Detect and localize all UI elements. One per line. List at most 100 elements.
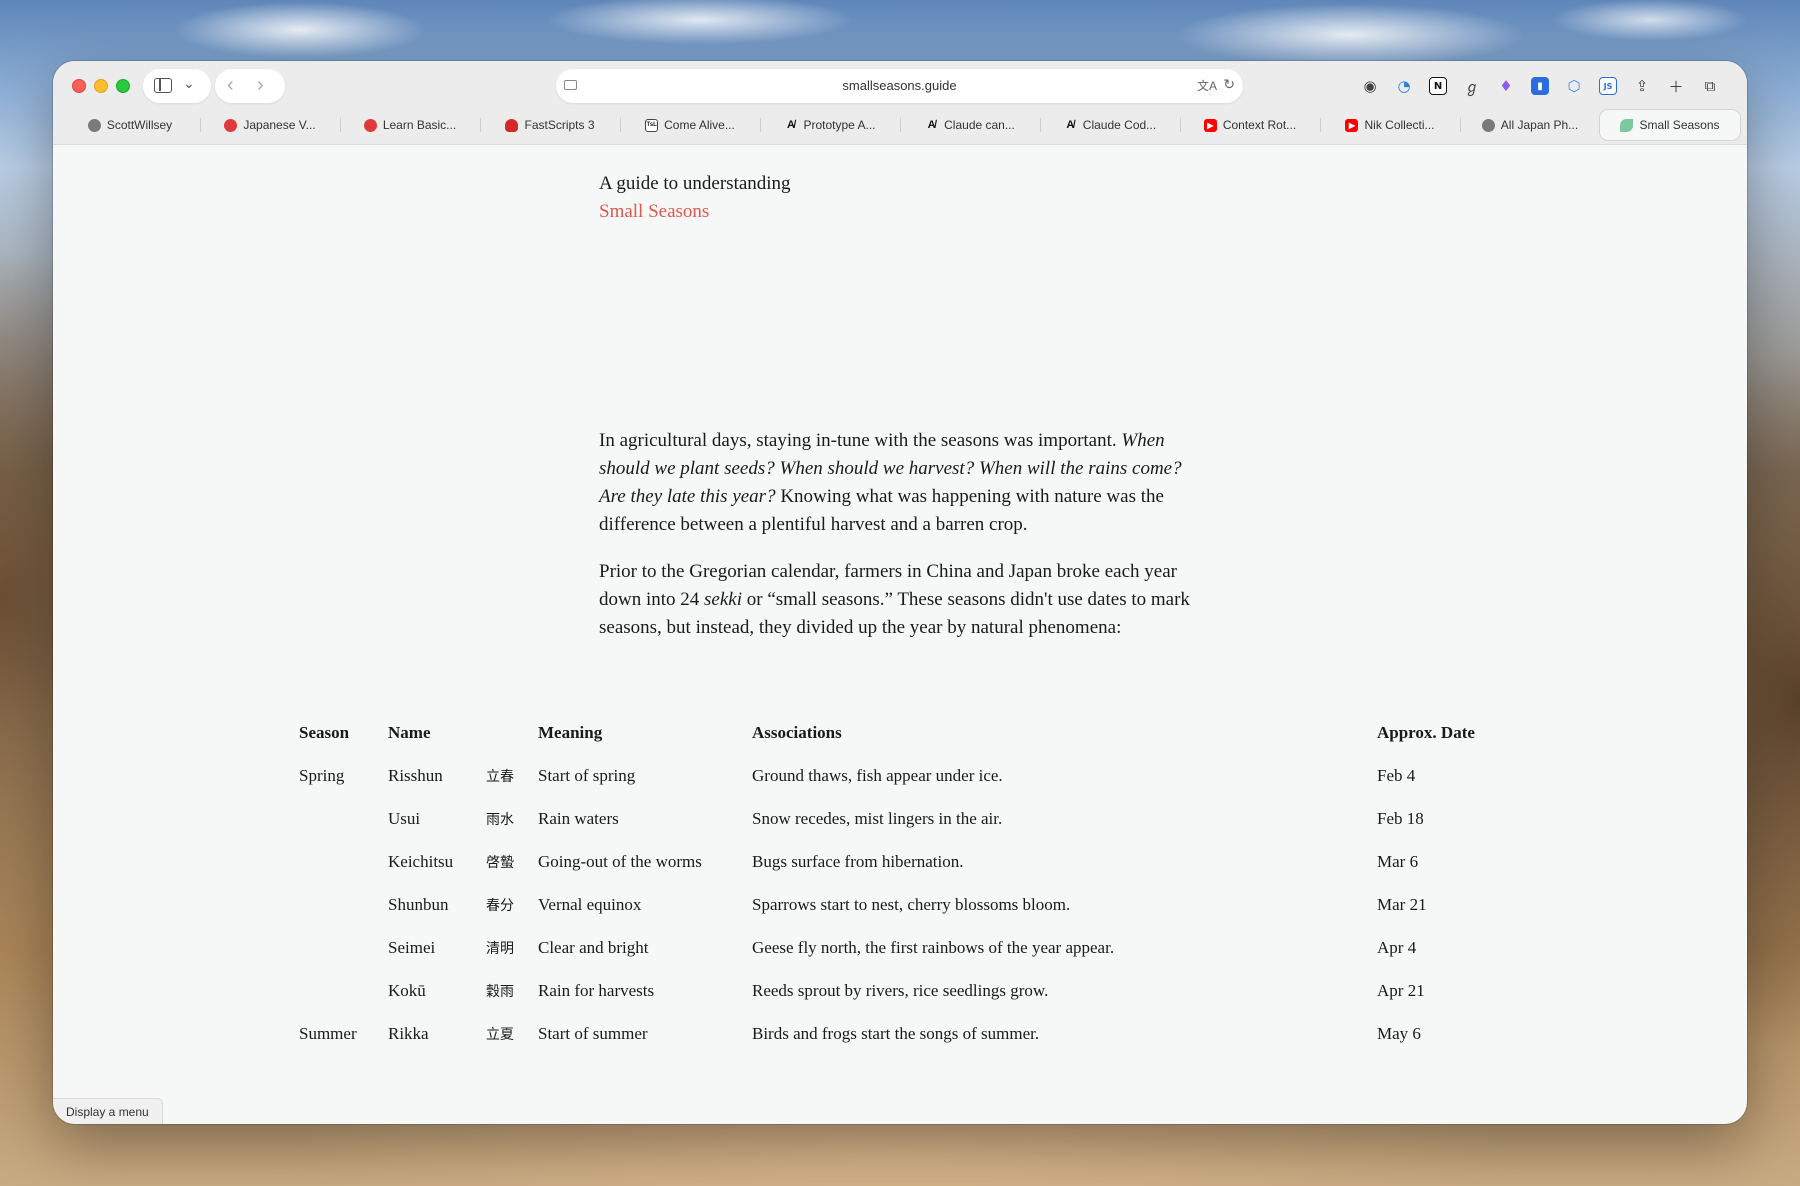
cell-date: Feb 4 bbox=[1377, 765, 1416, 785]
tab-label: Small Seasons bbox=[1639, 118, 1720, 132]
page-intro: A guide to understanding Small Seasons bbox=[599, 170, 791, 226]
browser-tab[interactable]: TsL Come Alive... bbox=[620, 110, 760, 140]
tab-label: ScottWillsey bbox=[106, 118, 173, 132]
cell-meaning: Clear and bright bbox=[538, 937, 649, 957]
tab-label: FastScripts 3 bbox=[524, 118, 595, 132]
cell-season bbox=[299, 797, 388, 840]
person-icon bbox=[1481, 118, 1495, 132]
browser-tab[interactable]: A̸ Prototype A... bbox=[760, 110, 900, 140]
browser-tab[interactable]: All Japan Ph... bbox=[1460, 110, 1600, 140]
zoom-window-button[interactable] bbox=[116, 79, 130, 93]
tab-label: Claude can... bbox=[944, 118, 1015, 132]
tab-bar: ScottWillsey Japanese V... Learn Basic... F… bbox=[60, 110, 1740, 140]
extensions-toolbar: ◉ ◔ N ℊ ♦ ▮ ⬡ JS ⇪ ＋ ⧉ bbox=[1353, 69, 1727, 103]
browser-tab[interactable]: Learn Basic... bbox=[340, 110, 480, 140]
cell-meaning: Start of summer bbox=[538, 1023, 648, 1043]
person-icon bbox=[87, 118, 101, 132]
cell-season bbox=[299, 840, 388, 883]
italic-term: sekki bbox=[704, 589, 743, 610]
table-row: Usui 雨水 Rain waters Snow recedes, mist ling… bbox=[299, 797, 1527, 840]
browser-tab[interactable]: Small Seasons bbox=[1600, 110, 1740, 140]
paragraph-1: In agricultural days, staying in-tune wi… bbox=[599, 427, 1211, 539]
status-tooltip: Display a menu bbox=[53, 1098, 163, 1124]
cell-kanji: 春分 bbox=[486, 897, 514, 914]
chevron-down-icon[interactable]: ⌄ bbox=[183, 75, 195, 92]
cell-associations: Geese fly north, the first rainbows of t… bbox=[752, 937, 1115, 957]
notion-icon[interactable]: N bbox=[1421, 69, 1455, 103]
cell-kanji: 穀雨 bbox=[486, 983, 514, 1000]
cell-associations: Snow recedes, mist lingers in the air. bbox=[752, 808, 1003, 828]
cell-name: Usui bbox=[388, 808, 421, 828]
tab-overview-icon[interactable]: ⧉ bbox=[1693, 69, 1727, 103]
cell-meaning: Rain for harvests bbox=[538, 980, 655, 1000]
cell-associations: Reeds sprout by rivers, rice seedlings g… bbox=[752, 980, 1049, 1000]
cell-season: Spring bbox=[299, 765, 345, 785]
header-associations: Associations bbox=[752, 723, 842, 742]
new-tab-icon[interactable]: ＋ bbox=[1659, 69, 1693, 103]
browser-tab[interactable]: Japanese V... bbox=[200, 110, 340, 140]
table-row: Shunbun 春分 Vernal equinox Sparrows start to… bbox=[299, 883, 1527, 926]
tab-label: Come Alive... bbox=[664, 118, 735, 132]
sidebar-toggle-button[interactable]: ⌄ bbox=[143, 69, 211, 103]
cell-meaning: Going-out of the worms bbox=[538, 851, 702, 871]
cell-associations: Bugs surface from hibernation. bbox=[752, 851, 964, 871]
cube-extension-icon[interactable]: ⬡ bbox=[1557, 69, 1591, 103]
cell-name: Rikka bbox=[388, 1023, 429, 1043]
share-icon[interactable]: ⇪ bbox=[1625, 69, 1659, 103]
anthropic-icon: A̸ bbox=[927, 119, 936, 131]
youtube-icon: ▶ bbox=[1203, 118, 1217, 132]
browser-tab[interactable]: ScottWillsey bbox=[60, 110, 200, 140]
browser-window: ⌄ ‹ › smallseasons.guide 文A ↻ ◉ ◔ N ℊ ♦ … bbox=[53, 61, 1747, 1124]
cell-kanji: 立夏 bbox=[486, 1026, 514, 1043]
paragraph-2: Prior to the Gregorian calendar, farmers… bbox=[599, 558, 1211, 642]
page-content: A guide to understanding Small Seasons I… bbox=[53, 145, 1747, 1124]
address-bar[interactable]: smallseasons.guide 文A ↻ bbox=[556, 69, 1243, 103]
cell-date: Apr 21 bbox=[1377, 980, 1425, 1000]
header-season: Season bbox=[299, 723, 350, 742]
browser-tab[interactable]: A̸ Claude Cod... bbox=[1040, 110, 1180, 140]
translate-icon[interactable]: 文A bbox=[1197, 77, 1217, 94]
browser-tab[interactable]: ▶ Nik Collecti... bbox=[1320, 110, 1460, 140]
tab-label: Learn Basic... bbox=[382, 118, 457, 132]
article-body: In agricultural days, staying in-tune wi… bbox=[599, 427, 1211, 661]
cell-name: Seimei bbox=[388, 937, 436, 957]
cell-associations: Sparrows start to nest, cherry blossoms … bbox=[752, 894, 1071, 914]
close-window-button[interactable] bbox=[72, 79, 86, 93]
js-extension-icon[interactable]: JS bbox=[1591, 69, 1625, 103]
minimize-window-button[interactable] bbox=[94, 79, 108, 93]
cell-kanji: 雨水 bbox=[486, 811, 514, 828]
browser-tab[interactable]: A̸ Claude can... bbox=[900, 110, 1040, 140]
red-logo-icon bbox=[224, 118, 238, 132]
browser-tab[interactable]: FastScripts 3 bbox=[480, 110, 620, 140]
tab-label: Nik Collecti... bbox=[1364, 118, 1435, 132]
cell-date: Mar 21 bbox=[1377, 894, 1427, 914]
cell-name: Kokū bbox=[388, 980, 426, 1000]
table-row: Summer Rikka 立夏 Start of summer Birds and fr… bbox=[299, 1012, 1527, 1055]
cell-date: Feb 18 bbox=[1377, 808, 1424, 828]
tsl-icon: TsL bbox=[645, 118, 659, 132]
purple-extension-icon[interactable]: ♦ bbox=[1489, 69, 1523, 103]
extension-g-icon[interactable]: ℊ bbox=[1455, 69, 1489, 103]
cell-season bbox=[299, 883, 388, 926]
tab-label: Claude Cod... bbox=[1082, 118, 1157, 132]
youtube-icon: ▶ bbox=[1345, 118, 1359, 132]
crab-icon bbox=[505, 118, 519, 132]
password-manager-icon[interactable]: ◉ bbox=[1353, 69, 1387, 103]
address-url[interactable]: smallseasons.guide bbox=[556, 69, 1243, 103]
tab-label: All Japan Ph... bbox=[1500, 118, 1579, 132]
browser-tab[interactable]: ▶ Context Rot... bbox=[1180, 110, 1320, 140]
cell-meaning: Start of spring bbox=[538, 765, 636, 785]
cell-kanji: 立春 bbox=[486, 768, 514, 785]
reload-icon[interactable]: ↻ bbox=[1223, 76, 1235, 93]
sync-extension-icon[interactable]: ◔ bbox=[1387, 69, 1421, 103]
bookmark-extension-icon[interactable]: ▮ bbox=[1523, 69, 1557, 103]
tab-label: Context Rot... bbox=[1222, 118, 1297, 132]
red-logo-icon bbox=[363, 118, 377, 132]
site-title: Small Seasons bbox=[599, 201, 710, 222]
forward-arrow-icon[interactable]: › bbox=[257, 74, 264, 97]
cell-associations: Ground thaws, fish appear under ice. bbox=[752, 765, 1003, 785]
anthropic-icon: A̸ bbox=[1066, 119, 1075, 131]
cell-name: Shunbun bbox=[388, 894, 449, 914]
intro-line: A guide to understanding bbox=[599, 173, 791, 194]
back-arrow-icon[interactable]: ‹ bbox=[227, 74, 234, 97]
